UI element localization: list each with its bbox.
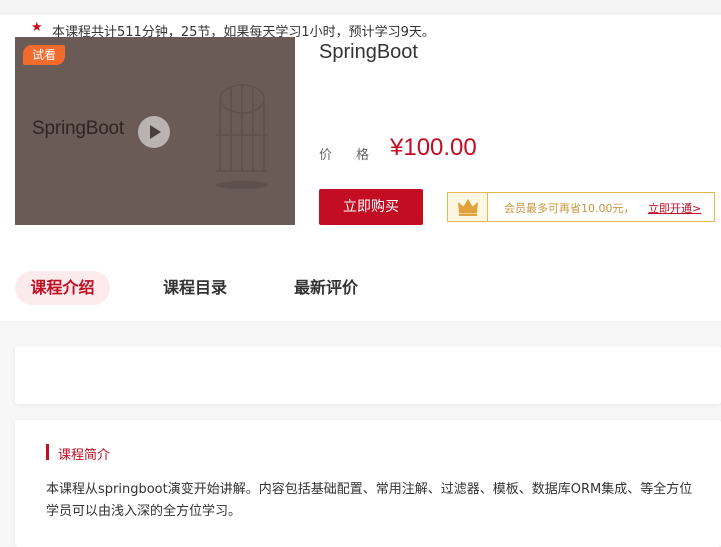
intro-heading: 课程简介 — [58, 448, 111, 463]
cover-title: SpringBoot — [32, 118, 125, 139]
course-summary-text: 本课程共计511分钟，25节，如果每天学习1小时，预计学习9天。 — [52, 25, 435, 40]
tab-latest-reviews[interactable]: 最新评价 — [294, 271, 358, 305]
trial-badge: 试看 — [23, 45, 65, 65]
star-icon: ★ — [31, 20, 43, 35]
course-header-panel: 试看 SpringBoot SpringBoot 价格 ¥100.00 立即购买 — [0, 15, 721, 321]
birdcage-icon — [216, 84, 268, 189]
top-bar — [0, 0, 721, 14]
intro-line-2: 学员可以由浅入深的全方位学习。 — [46, 504, 242, 519]
course-summary-card — [15, 346, 721, 404]
vip-savings-text: 会员最多可再省10.00元， — [504, 202, 635, 215]
buy-now-button[interactable]: 立即购买 — [319, 189, 423, 225]
tab-course-intro[interactable]: 课程介绍 — [15, 271, 110, 305]
course-title: SpringBoot — [319, 41, 418, 63]
play-icon[interactable] — [138, 116, 170, 148]
vip-promo: 会员最多可再省10.00元， 立即开通> — [447, 192, 715, 222]
price-value: ¥100.00 — [390, 134, 477, 161]
tab-course-catalog[interactable]: 课程目录 — [163, 271, 227, 305]
crown-badge — [448, 193, 488, 221]
intro-line-1: 本课程从springboot演变开始讲解。内容包括基础配置、常用注解、过滤器、模… — [46, 482, 693, 497]
course-cover[interactable]: 试看 SpringBoot — [15, 37, 295, 225]
crown-icon — [458, 199, 478, 216]
price-label: 价格 — [319, 148, 394, 163]
heading-marker — [46, 444, 49, 460]
course-intro-card: 课程简介 本课程从springboot演变开始讲解。内容包括基础配置、常用注解、… — [15, 420, 721, 547]
vip-open-link[interactable]: 立即开通> — [648, 200, 701, 216]
intro-description: 本课程从springboot演变开始讲解。内容包括基础配置、常用注解、过滤器、模… — [46, 479, 721, 523]
